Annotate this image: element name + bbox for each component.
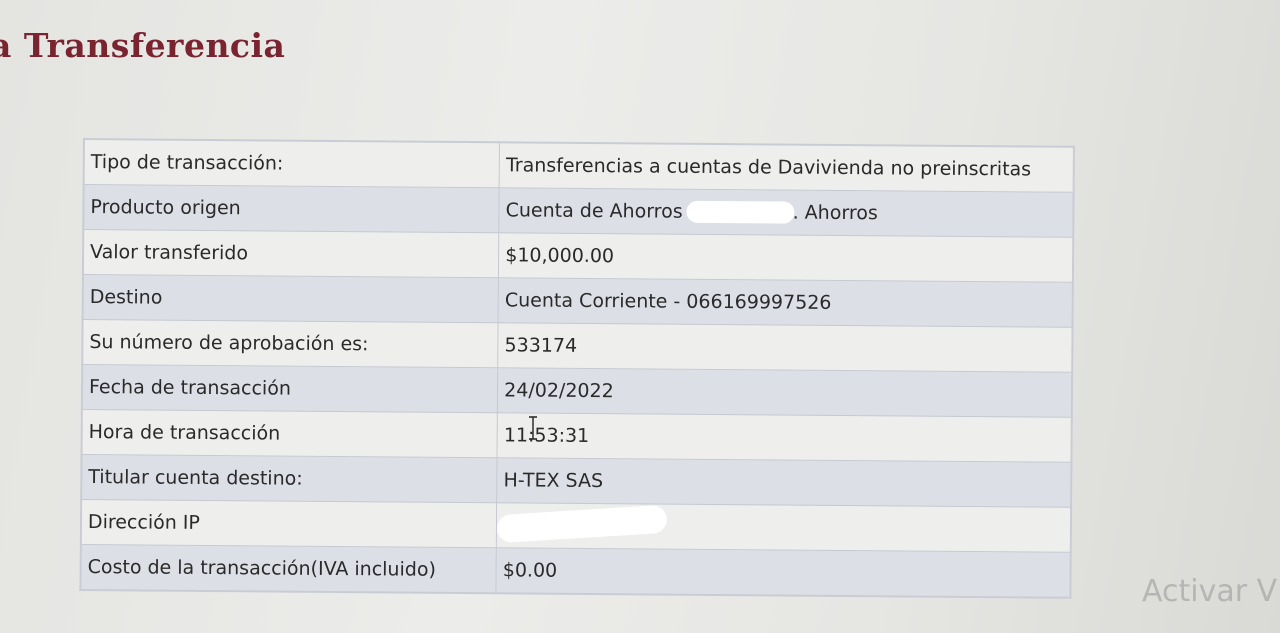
label-approval-number: Su número de aprobación es: [82, 319, 499, 368]
value-transaction-date: 24/02/2022 [497, 367, 1073, 418]
text-cursor-icon [529, 416, 537, 440]
redaction-mark [496, 504, 668, 543]
label-transaction-date: Fecha de transacción [81, 364, 498, 413]
label-transaction-time: Hora de transacción [81, 409, 498, 458]
table-row: Destino Cuenta Corriente - 066169997526 [82, 274, 1073, 328]
label-destination: Destino [82, 274, 499, 323]
table-row: Dirección IP [80, 499, 1072, 553]
table-row: Hora de transacción 11:53:31 [81, 409, 1072, 463]
table-row: Valor transferido $10,000.00 [82, 229, 1074, 283]
label-source-product: Producto origen [83, 184, 500, 233]
table-row: Titular cuenta destino: H-TEX SAS [81, 454, 1072, 508]
table-row: Fecha de transacción 24/02/2022 [81, 364, 1073, 418]
value-amount: $10,000.00 [498, 232, 1074, 283]
screen: a Transferencia Tipo de transacción: Tra… [0, 0, 1280, 633]
table-row: Producto origen Cuenta de Ahorros . Ahorr… [83, 184, 1074, 238]
table-row: Tipo de transacción: Transferencias a cu… [83, 139, 1074, 193]
label-transaction-cost: Costo de la transacción(IVA incluido) [80, 544, 497, 594]
label-transaction-type: Tipo de transacción: [83, 139, 500, 188]
value-destination-holder: H-TEX SAS [496, 457, 1072, 508]
value-source-product: Cuenta de Ahorros . Ahorros [498, 187, 1074, 238]
source-product-suffix: . Ahorros [792, 201, 878, 224]
table-row: Su número de aprobación es: 533174 [82, 319, 1073, 373]
source-product-prefix: Cuenta de Ahorros [505, 199, 683, 223]
label-destination-holder: Titular cuenta destino: [81, 454, 498, 503]
transaction-receipt-table: Tipo de transacción: Transferencias a cu… [79, 138, 1075, 599]
value-ip-address [496, 502, 1072, 553]
value-approval-number: 533174 [497, 322, 1073, 373]
redaction-mark [686, 200, 795, 224]
label-ip-address: Dirección IP [80, 499, 497, 548]
value-destination: Cuenta Corriente - 066169997526 [498, 277, 1073, 328]
value-transaction-time: 11:53:31 [497, 412, 1072, 463]
page-title: a Transferencia [0, 26, 286, 65]
activation-watermark: Activar V [1142, 574, 1278, 609]
table-row: Costo de la transacción(IVA incluido) $0… [80, 544, 1071, 598]
value-transaction-type: Transferencias a cuentas de Davivienda n… [499, 142, 1074, 193]
label-amount: Valor transferido [82, 229, 499, 278]
value-transaction-cost: $0.00 [496, 547, 1071, 598]
